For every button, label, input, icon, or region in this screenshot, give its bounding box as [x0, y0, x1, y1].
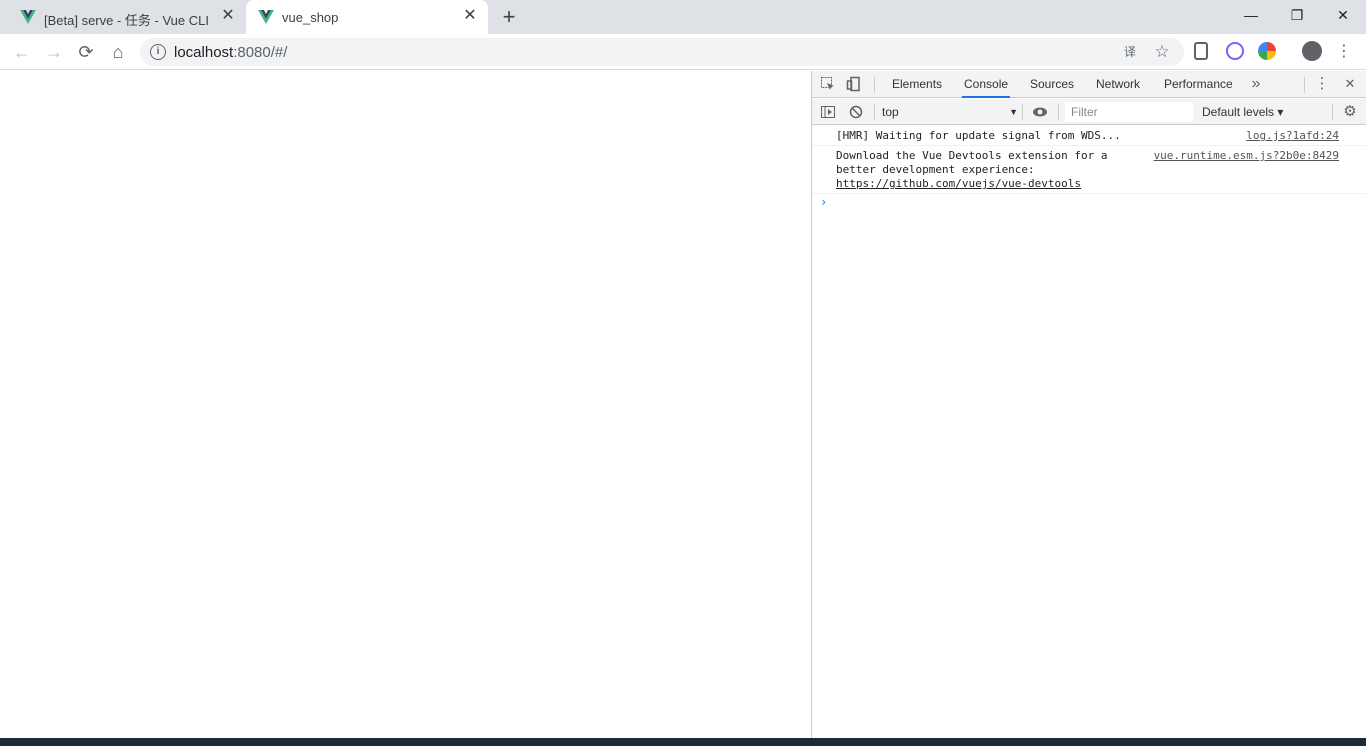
tab-title: [Beta] serve - 任务 - Vue CLI — [44, 13, 209, 28]
context-selector[interactable]: top ▼ — [882, 102, 1018, 122]
log-levels-dropdown[interactable]: Default levels ▾ — [1202, 102, 1292, 122]
new-tab-button[interactable]: + — [498, 6, 520, 28]
message-text: Download the Vue Devtools extension for … — [836, 149, 1136, 191]
close-devtools-icon[interactable]: ✕ — [1342, 76, 1358, 92]
devtools-tab-bar: Elements Console Sources Network Perform… — [812, 71, 1366, 98]
os-taskbar — [0, 738, 1366, 746]
separator — [1332, 104, 1333, 120]
console-toolbar: top ▼ Filter Default levels ▾ ⚙ — [812, 99, 1366, 125]
home-button[interactable]: ⌂ — [106, 40, 130, 64]
tab-sources[interactable]: Sources — [1028, 71, 1076, 98]
console-filter-input[interactable]: Filter — [1065, 102, 1193, 122]
back-button[interactable]: ← — [10, 40, 34, 64]
separator — [874, 104, 875, 120]
reload-button[interactable]: ⟳ — [74, 40, 98, 64]
console-message: Download the Vue Devtools extension for … — [812, 146, 1366, 194]
site-info-icon[interactable]: i — [150, 44, 166, 60]
message-body: Download the Vue Devtools extension for … — [836, 149, 1108, 176]
extension-clock-icon[interactable] — [1226, 42, 1244, 60]
browser-menu-icon[interactable]: ⋮ — [1332, 40, 1356, 64]
tab-network[interactable]: Network — [1094, 71, 1142, 98]
console-settings-gear-icon[interactable]: ⚙ — [1342, 104, 1358, 120]
device-toolbar-icon[interactable] — [846, 76, 862, 92]
console-message: [HMR] Waiting for update signal from WDS… — [812, 126, 1366, 146]
message-source-link[interactable]: vue.runtime.esm.js?2b0e:8429 — [1154, 149, 1339, 163]
browser-tab-vue-shop[interactable]: vue_shop ✕ — [246, 0, 488, 34]
tab-strip: [Beta] serve - 任务 - Vue CLI ✕ vue_shop ✕… — [0, 0, 1366, 34]
chevron-down-icon: ▼ — [1009, 107, 1018, 117]
tab-elements[interactable]: Elements — [890, 71, 944, 98]
vue-icon — [258, 10, 274, 24]
devtools-panel: Elements Console Sources Network Perform… — [811, 71, 1366, 738]
message-text: [HMR] Waiting for update signal from WDS… — [836, 129, 1121, 142]
page-viewport — [0, 71, 811, 738]
context-value: top — [882, 105, 899, 119]
extension-icon[interactable] — [1194, 42, 1208, 60]
browser-toolbar: ← → ⟳ ⌂ i localhost:8080/#/ 译 ☆ ⋮ — [0, 34, 1366, 70]
address-bar[interactable]: i localhost:8080/#/ 译 ☆ — [140, 38, 1184, 66]
bookmark-star-icon[interactable]: ☆ — [1154, 43, 1170, 60]
message-url-link[interactable]: https://github.com/vuejs/vue-devtools — [836, 177, 1081, 190]
inspect-element-icon[interactable] — [820, 76, 836, 92]
tab-console[interactable]: Console — [962, 71, 1011, 98]
extension-color-icon[interactable] — [1258, 42, 1276, 60]
translate-icon[interactable]: 译 — [1122, 44, 1138, 60]
console-messages: [HMR] Waiting for update signal from WDS… — [812, 126, 1366, 194]
show-sidebar-icon[interactable] — [820, 104, 836, 120]
address-url[interactable]: localhost:8080/#/ — [174, 44, 287, 61]
close-tab-icon[interactable]: ✕ — [462, 8, 478, 24]
more-tabs-icon[interactable]: » — [1248, 76, 1264, 92]
live-expression-eye-icon[interactable] — [1032, 104, 1048, 120]
message-source-link[interactable]: log.js?1afd:24 — [1246, 129, 1339, 143]
separator — [1304, 77, 1305, 93]
browser-tab-vue-cli[interactable]: [Beta] serve - 任务 - Vue CLI ✕ — [8, 0, 246, 34]
clear-console-icon[interactable] — [848, 104, 864, 120]
separator — [1022, 104, 1023, 120]
close-tab-icon[interactable]: ✕ — [220, 8, 236, 24]
separator — [1058, 104, 1059, 120]
forward-button[interactable]: → — [42, 40, 66, 64]
url-path: :8080/#/ — [233, 44, 288, 61]
vue-icon — [20, 10, 36, 24]
minimize-button[interactable]: — — [1228, 0, 1274, 30]
maximize-button[interactable]: ❐ — [1274, 0, 1320, 30]
tab-performance[interactable]: Performance — [1162, 71, 1235, 98]
separator — [874, 77, 875, 93]
tab-title: vue_shop — [282, 10, 339, 25]
profile-avatar-icon[interactable] — [1302, 41, 1322, 61]
devtools-menu-icon[interactable]: ⋮ — [1314, 76, 1330, 92]
console-prompt[interactable]: › — [820, 195, 827, 209]
close-window-button[interactable]: ✕ — [1320, 0, 1366, 30]
url-host: localhost — [174, 44, 234, 61]
